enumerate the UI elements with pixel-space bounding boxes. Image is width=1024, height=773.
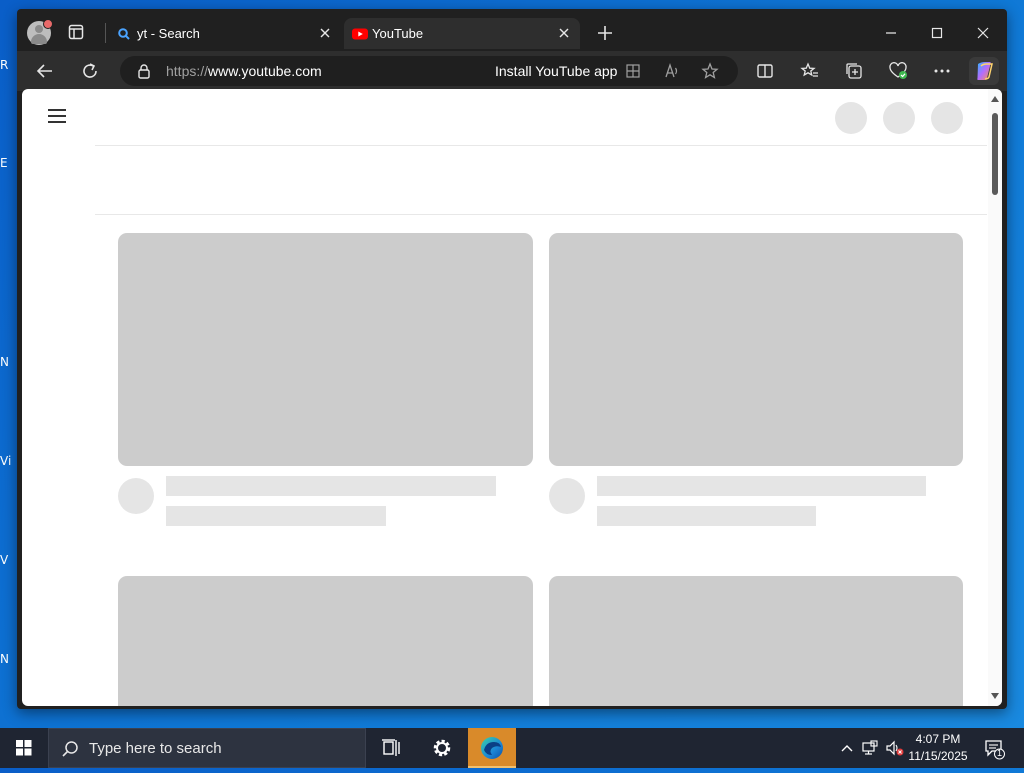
minimize-icon[interactable] xyxy=(879,21,903,45)
skeleton-title-line xyxy=(597,476,926,496)
system-clock[interactable]: 4:07 PM 11/15/2025 xyxy=(898,731,978,765)
desktop-icon-label[interactable]: N xyxy=(0,355,18,381)
copilot-icon[interactable] xyxy=(969,57,999,85)
tab-youtube[interactable]: YouTube xyxy=(344,18,580,49)
skeleton-video-thumbnail xyxy=(549,576,963,706)
tab-title: YouTube xyxy=(372,26,424,41)
install-app-label[interactable]: Install YouTube app xyxy=(495,63,617,79)
read-aloud-icon[interactable] xyxy=(663,62,681,80)
profile-avatar-icon[interactable] xyxy=(27,19,53,45)
lock-icon[interactable] xyxy=(136,63,152,79)
divider xyxy=(95,214,987,215)
taskbar-search-box[interactable]: Type here to search xyxy=(48,728,366,768)
favorites-icon[interactable] xyxy=(800,61,820,81)
chevron-up-icon[interactable] xyxy=(839,740,855,756)
settings-gear-icon[interactable] xyxy=(418,728,466,768)
notification-center-icon[interactable]: 1 xyxy=(984,738,1006,760)
desktop-icon-label[interactable]: R xyxy=(0,58,18,84)
skeleton-title-line xyxy=(166,476,496,496)
maximize-icon[interactable] xyxy=(925,21,949,45)
close-tab-icon[interactable] xyxy=(317,25,333,41)
menu-icon[interactable] xyxy=(48,109,68,125)
skeleton-video-thumbnail xyxy=(118,233,533,466)
skeleton-meta-line xyxy=(597,506,816,526)
back-arrow-icon[interactable] xyxy=(35,61,55,81)
split-screen-icon[interactable] xyxy=(755,61,775,81)
page-scrollbar[interactable] xyxy=(988,89,1002,706)
url-host: www.youtube.com xyxy=(208,63,322,79)
tab-search[interactable]: yt - Search xyxy=(109,18,341,49)
skeleton-video-thumbnail xyxy=(549,233,963,466)
desktop-icon-label[interactable]: Vi xyxy=(0,454,18,480)
url-text[interactable]: https://www.youtube.com xyxy=(166,63,322,79)
page-content xyxy=(22,89,1002,706)
notification-count: 1 xyxy=(997,748,1003,758)
youtube-icon xyxy=(352,27,368,41)
search-icon xyxy=(61,740,79,758)
close-tab-icon[interactable] xyxy=(556,25,572,41)
skeleton-video-thumbnail xyxy=(118,576,533,706)
address-bar[interactable]: https://www.youtube.com Install YouTube … xyxy=(120,56,738,86)
browser-window: yt - Search YouTube https://www.youtube.… xyxy=(17,9,1007,709)
clock-time: 4:07 PM xyxy=(915,732,961,746)
app-install-icon[interactable] xyxy=(625,63,641,79)
scroll-down-icon[interactable] xyxy=(991,693,999,699)
desktop-icon-label[interactable]: N xyxy=(0,652,18,678)
skeleton-header-button xyxy=(931,102,963,134)
skeleton-header-button xyxy=(883,102,915,134)
browser-toolbar: https://www.youtube.com Install YouTube … xyxy=(17,51,1007,91)
url-scheme: https:// xyxy=(166,63,209,79)
new-tab-icon[interactable] xyxy=(595,23,615,43)
skeleton-channel-avatar xyxy=(549,478,585,514)
collections-icon[interactable] xyxy=(844,61,864,81)
divider xyxy=(95,145,987,146)
desktop-icon-label[interactable]: E xyxy=(0,156,18,182)
clock-date: 11/15/2025 xyxy=(908,749,968,763)
start-button[interactable] xyxy=(0,728,48,768)
skeleton-channel-avatar xyxy=(118,478,154,514)
task-view-icon[interactable] xyxy=(368,728,416,768)
more-options-icon[interactable] xyxy=(932,61,952,81)
tab-title: yt - Search xyxy=(137,26,200,41)
search-placeholder: Type here to search xyxy=(89,740,222,757)
close-window-icon[interactable] xyxy=(971,21,995,45)
tab-separator xyxy=(105,23,106,43)
browser-essentials-icon[interactable] xyxy=(888,61,908,81)
scroll-up-icon[interactable] xyxy=(991,96,999,102)
skeleton-header-button xyxy=(835,102,867,134)
tab-bar: yt - Search YouTube xyxy=(17,9,1007,57)
edge-taskbar-icon[interactable] xyxy=(468,728,516,768)
bing-search-icon xyxy=(117,27,131,41)
network-icon[interactable] xyxy=(862,740,878,756)
favorite-star-icon[interactable] xyxy=(701,62,719,80)
refresh-icon[interactable] xyxy=(80,61,100,81)
skeleton-meta-line xyxy=(166,506,386,526)
tab-actions-icon[interactable] xyxy=(67,23,87,43)
taskbar: Type here to search 4:07 PM 11/15/2025 1 xyxy=(0,728,1024,768)
desktop-icon-label[interactable]: V xyxy=(0,553,18,579)
scrollbar-thumb[interactable] xyxy=(992,113,998,195)
